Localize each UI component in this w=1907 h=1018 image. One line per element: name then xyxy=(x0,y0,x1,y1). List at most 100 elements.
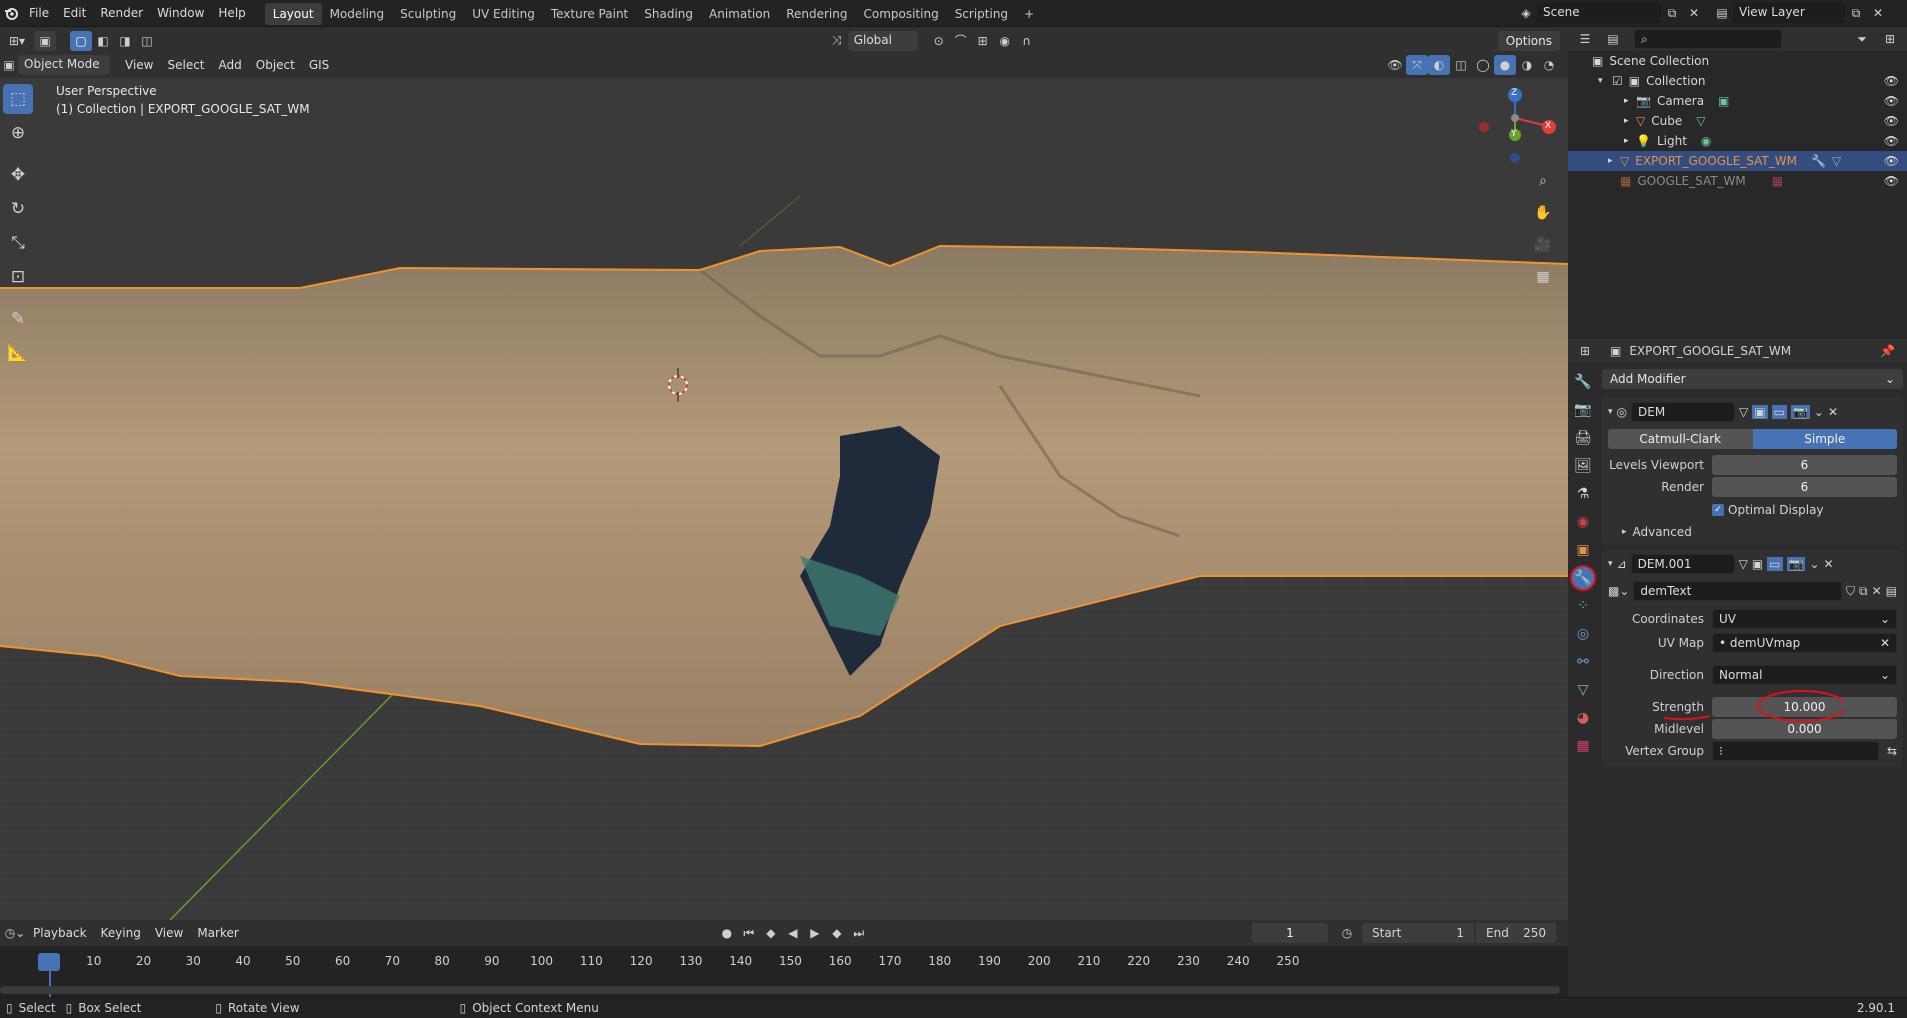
delete-scene-icon[interactable]: ✕ xyxy=(1683,3,1705,23)
modifier-tab-icon[interactable]: 🔧 xyxy=(1570,565,1596,591)
outliner-item-camera[interactable]: ▸ 📷 Camera ▣ 👁 xyxy=(1568,91,1907,111)
end-frame-field[interactable]: End 250 xyxy=(1476,923,1556,943)
material-tab-icon[interactable]: ◕ xyxy=(1570,705,1596,731)
edit-mode-toggle-icon[interactable]: ▽ xyxy=(1739,405,1748,419)
measure-tool-icon[interactable]: 📐 xyxy=(3,338,33,368)
menu-view[interactable]: View xyxy=(118,52,160,78)
options-dropdown[interactable]: Options xyxy=(1497,30,1560,51)
remove-modifier-icon[interactable]: ✕ xyxy=(1828,405,1838,419)
tab-modeling[interactable]: Modeling xyxy=(322,3,393,25)
menu-gis[interactable]: GIS xyxy=(302,52,336,78)
outliner-item-light[interactable]: ▸ 💡 Light ◉ 👁 xyxy=(1568,131,1907,151)
overlay-toggle-icon[interactable]: ◐ xyxy=(1428,55,1450,75)
next-keyframe-icon[interactable]: ◆ xyxy=(826,923,848,943)
frame-ruler[interactable]: 1102030405060708090100110120130140150160… xyxy=(0,954,1568,972)
3d-viewport[interactable]: User Perspective (1) Collection | EXPORT… xyxy=(0,56,1568,920)
menu-window[interactable]: Window xyxy=(150,0,211,27)
texture-name-input[interactable]: demText xyxy=(1633,581,1842,601)
cage-toggle-icon[interactable]: ▣ xyxy=(1752,405,1768,419)
preview-range-icon[interactable]: ◷ xyxy=(1336,923,1358,943)
expand-chevron-icon[interactable]: ▸ xyxy=(1624,116,1636,126)
xray-icon[interactable]: ◫ xyxy=(1450,55,1472,75)
checkbox-icon[interactable]: ☑ xyxy=(1612,74,1623,88)
output-tab-icon[interactable]: 🖨 xyxy=(1570,425,1596,451)
remove-modifier-icon[interactable]: ✕ xyxy=(1824,557,1834,571)
view-layer-tab-icon[interactable]: 🖼 xyxy=(1570,453,1596,479)
pan-hand-icon[interactable]: ✋ xyxy=(1530,200,1556,226)
expand-chevron-icon[interactable]: ▸ xyxy=(1624,96,1636,106)
tab-rendering[interactable]: Rendering xyxy=(778,3,855,25)
menu-marker[interactable]: Marker xyxy=(190,920,245,946)
eye-icon[interactable]: 👁 xyxy=(1884,74,1899,88)
timeline-editor-icon[interactable]: ◷⌄ xyxy=(4,923,26,943)
eye-icon[interactable]: 👁 xyxy=(1884,174,1899,188)
transform-tool-icon[interactable]: ⊡ xyxy=(3,262,33,292)
tab-sculpting[interactable]: Sculpting xyxy=(392,3,464,25)
tab-animation[interactable]: Animation xyxy=(701,3,778,25)
editor-type-icon[interactable]: ⊞▾ xyxy=(0,31,34,51)
camera-view-icon[interactable]: 🎥 xyxy=(1530,232,1556,258)
eye-icon[interactable]: 👁 xyxy=(1884,134,1899,148)
optimal-display-row[interactable]: ✓ Optimal Display xyxy=(1608,503,1897,517)
texture-tab-icon[interactable]: ▦ xyxy=(1570,733,1596,759)
outliner-item-cube[interactable]: ▸ ▽ Cube ▽ 👁 xyxy=(1568,111,1907,131)
eye-icon[interactable]: 👁 xyxy=(1884,94,1899,108)
texture-checker-icon[interactable]: ▩⌄ xyxy=(1608,584,1629,598)
prev-keyframe-icon[interactable]: ◆ xyxy=(760,923,782,943)
advanced-subpanel[interactable]: ▸ Advanced xyxy=(1608,525,1897,539)
mode-extend-icon[interactable]: ◧ xyxy=(92,31,114,51)
menu-add[interactable]: Add xyxy=(212,52,249,78)
zoom-icon[interactable]: ⌕ xyxy=(1530,168,1556,194)
render-levels-field[interactable]: 6 xyxy=(1712,477,1897,497)
modifier-name-input[interactable]: DEM xyxy=(1631,402,1736,422)
scene-name-field[interactable]: Scene xyxy=(1537,3,1661,23)
tab-shading[interactable]: Shading xyxy=(636,3,701,25)
constraints-tab-icon[interactable]: ⚯ xyxy=(1570,649,1596,675)
uv-map-field[interactable]: • demUVmap ✕ xyxy=(1712,633,1897,653)
ortho-grid-icon[interactable]: ▦ xyxy=(1530,264,1556,290)
expand-chevron-icon[interactable]: ▾ xyxy=(1598,76,1612,86)
texture-browse-icon[interactable]: ▤ xyxy=(1886,584,1897,598)
play-icon[interactable]: ▶ xyxy=(804,923,826,943)
tab-compositing[interactable]: Compositing xyxy=(855,3,946,25)
expand-chevron-icon[interactable]: ▸ xyxy=(1624,136,1636,146)
start-frame-field[interactable]: Start 1 xyxy=(1362,923,1474,943)
gizmo-toggle-icon[interactable]: ⤧ xyxy=(1406,55,1428,75)
current-frame-field[interactable]: 1 xyxy=(1252,923,1328,943)
modifier-menu-icon[interactable]: ⌄ xyxy=(1809,557,1819,571)
menu-file[interactable]: File xyxy=(22,0,56,27)
menu-object[interactable]: Object xyxy=(249,52,302,78)
menu-select[interactable]: Select xyxy=(160,52,211,78)
jump-start-icon[interactable]: ⏮ xyxy=(738,923,760,943)
add-workspace-button[interactable]: + xyxy=(1016,3,1042,25)
new-collection-icon[interactable]: ⊞ xyxy=(1879,29,1901,49)
annotate-tool-icon[interactable]: ✎ xyxy=(3,304,33,334)
world-tab-icon[interactable]: ◉ xyxy=(1570,509,1596,535)
viewport-toggle-icon[interactable]: ▭ xyxy=(1771,405,1787,419)
move-tool-icon[interactable]: ✥ xyxy=(3,160,33,190)
view-layer-icon[interactable]: ▤ xyxy=(1711,3,1733,23)
add-modifier-dropdown[interactable]: Add Modifier ⌄ xyxy=(1602,369,1903,389)
catmull-clark-button[interactable]: Catmull-Clark xyxy=(1608,429,1753,449)
new-view-layer-icon[interactable]: ⧉ xyxy=(1845,3,1867,23)
mode-dropdown[interactable]: Object Mode xyxy=(18,55,110,75)
invert-icon[interactable]: ⇆ xyxy=(1887,744,1897,758)
outliner-item-collection[interactable]: ▾ ☑ ▣ Collection 👁 xyxy=(1568,71,1907,91)
menu-keying[interactable]: Keying xyxy=(94,920,148,946)
menu-edit[interactable]: Edit xyxy=(56,0,93,27)
scene-icon[interactable]: ◈ xyxy=(1515,3,1537,23)
outliner-search-input[interactable]: ⌕ xyxy=(1634,29,1782,49)
filter-icon[interactable]: ⏷ xyxy=(1851,29,1873,49)
outliner-item-export-google-sat-wm[interactable]: ▸ ▽ EXPORT_GOOGLE_SAT_WM 🔧 ▽ 👁 xyxy=(1568,151,1907,171)
solid-shading-icon[interactable]: ● xyxy=(1494,55,1516,75)
jump-end-icon[interactable]: ⏭ xyxy=(848,923,870,943)
menu-help[interactable]: Help xyxy=(211,0,252,27)
mode-set-icon[interactable]: ▢ xyxy=(70,30,92,51)
pin-icon[interactable]: 📌 xyxy=(1880,344,1895,358)
blender-logo-icon[interactable] xyxy=(0,0,22,27)
clear-icon[interactable]: ✕ xyxy=(1880,634,1890,652)
tab-layout[interactable]: Layout xyxy=(264,3,322,25)
mode-intersect-icon[interactable]: ◫ xyxy=(136,31,158,51)
checkbox-checked-icon[interactable]: ✓ xyxy=(1712,504,1724,516)
outliner-item-google-sat-wm[interactable]: ▦ GOOGLE_SAT_WM ▦ 👁 xyxy=(1568,171,1907,191)
